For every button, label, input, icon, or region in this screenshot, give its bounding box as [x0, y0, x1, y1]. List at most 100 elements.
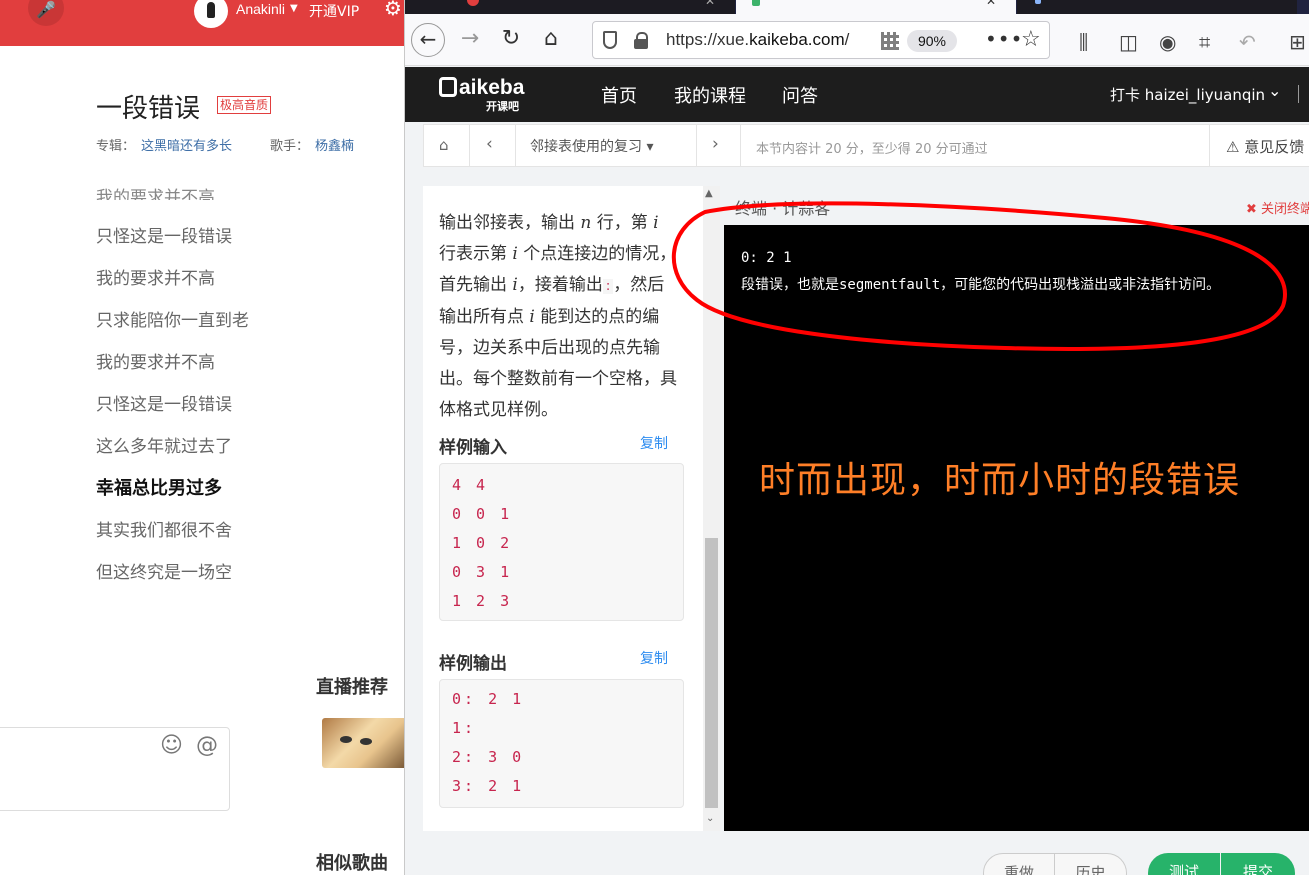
- site-header: aikeba 开课吧 首页 我的课程 问答 打卡 haizei_liyuanqi…: [405, 67, 1309, 122]
- checkin-user-menu[interactable]: 打卡 haizei_liyuanqin: [1110, 84, 1265, 105]
- lyric-line: 只求能陪你一直到老: [96, 311, 249, 331]
- tab-strip: ✕ ✕: [405, 0, 1309, 14]
- kaikeba-logo[interactable]: aikeba: [439, 76, 524, 100]
- reload-button[interactable]: ↻: [494, 23, 528, 57]
- lock-icon[interactable]: [633, 32, 649, 49]
- song-title: 一段错误: [96, 94, 201, 124]
- browser-toolbar: ← → ↻ ⌂ https://xue.kaikeba.com/ 90% •••…: [405, 14, 1309, 66]
- undo-icon[interactable]: ↶: [1239, 30, 1256, 54]
- quality-badge: 极高音质: [217, 96, 272, 114]
- lyric-line: 只怪这是一段错误: [96, 227, 232, 247]
- sample-input-line: 4 4: [452, 476, 489, 494]
- sample-output-label: 样例输出: [439, 654, 507, 674]
- lyric-line: 我的要求并不高: [96, 353, 215, 373]
- divider: [740, 125, 741, 167]
- nav-home[interactable]: 首页: [601, 82, 637, 108]
- zoom-level[interactable]: 90%: [907, 30, 957, 52]
- terminal-line: 0: 2 1: [741, 250, 792, 266]
- microphone-icon[interactable]: 🎤: [28, 0, 64, 26]
- sample-input-line: 1 2 3: [452, 592, 513, 610]
- gear-icon[interactable]: ⚙: [384, 0, 402, 20]
- singer-label: 歌手：: [270, 139, 310, 154]
- at-mention-icon[interactable]: @: [196, 733, 218, 758]
- close-terminal-button[interactable]: ✖ 关闭终端: [1246, 198, 1309, 217]
- divider: [1298, 85, 1299, 103]
- account-icon[interactable]: ◉: [1159, 30, 1176, 54]
- lesson-score-note: 本节内容计 20 分，至少得 20 分可通过: [756, 142, 988, 157]
- kaikeba-favicon-icon: [752, 0, 760, 6]
- lyric-line: 我的要求并不高: [96, 269, 215, 289]
- next-lesson-button[interactable]: ›: [712, 134, 719, 154]
- problem-panel: 输出邻接表，输出 n 行，第 i 行表示第 i 个点连接边的情况，首先输出 i，…: [423, 186, 703, 831]
- music-window: 🎤 Anakinli ▼ 开通VIP ⚙ 一段错误 极高音质 专辑： 这黑暗还有…: [0, 0, 405, 875]
- close-icon[interactable]: ✕: [705, 0, 715, 8]
- close-icon[interactable]: ✕: [986, 0, 996, 8]
- terminal-header: 终端 · 计蒜客 ✖ 关闭终端: [724, 186, 1309, 225]
- home-button[interactable]: ⌂: [534, 23, 568, 57]
- similar-songs-title: 相似歌曲: [316, 853, 388, 874]
- library-icon[interactable]: ⫼: [1079, 30, 1088, 54]
- history-button[interactable]: 历史: [1055, 853, 1127, 875]
- nav-my-courses[interactable]: 我的课程: [674, 82, 746, 108]
- divider: [696, 125, 697, 167]
- home-icon[interactable]: ⌂: [439, 136, 449, 154]
- sidebar-icon[interactable]: ◫: [1119, 30, 1138, 54]
- terminal-error-line: 段错误，也就是segmentfault，可能您的代码出现栈溢出或非法指针访问。: [741, 277, 1221, 293]
- page-favicon-icon: [1035, 0, 1041, 4]
- sample-output-line: 3: 2 1: [452, 777, 525, 795]
- emoji-icon[interactable]: ☺: [160, 733, 183, 758]
- lyric-line: 这么多年就过去了: [96, 437, 232, 457]
- sample-output-line: 0: 2 1: [452, 690, 525, 708]
- lesson-nav-bar: ⌂ ‹ 邻接表使用的复习 ▾ › 本节内容计 20 分，至少得 20 分可通过 …: [423, 124, 1309, 167]
- shield-icon[interactable]: [603, 31, 617, 49]
- browser-tab-active[interactable]: ✕: [736, 0, 1016, 14]
- nav-qa[interactable]: 问答: [782, 82, 818, 108]
- forward-button[interactable]: →: [453, 23, 487, 57]
- lyric-line-partial: 我的要求并不高: [96, 188, 215, 200]
- scrollbar-thumb[interactable]: [705, 538, 718, 808]
- scroll-up-arrow[interactable]: ▲: [705, 188, 713, 199]
- vip-link[interactable]: 开通VIP: [309, 1, 359, 21]
- previous-lesson-button[interactable]: ‹: [486, 134, 493, 154]
- singer-link[interactable]: 杨鑫楠: [315, 135, 354, 154]
- problem-scrollbar[interactable]: ▲ ⌄: [703, 186, 720, 831]
- sample-input-line: 0 3 1: [452, 563, 513, 581]
- crop-screenshot-icon[interactable]: ⌗: [1199, 30, 1210, 54]
- browser-tab[interactable]: [1017, 0, 1297, 14]
- qr-code-icon[interactable]: [881, 32, 899, 50]
- chevron-down-icon[interactable]: ⌄: [1268, 81, 1281, 100]
- redo-button[interactable]: 重做: [983, 853, 1055, 875]
- album-label: 专辑：: [96, 139, 136, 154]
- feedback-button[interactable]: ⚠ 意见反馈: [1226, 136, 1304, 157]
- lyric-line: 幸福总比男过多: [96, 478, 222, 499]
- music-top-bar: 🎤 Anakinli ▼ 开通VIP ⚙: [0, 0, 404, 46]
- kaikeba-logo-sub: 开课吧: [486, 100, 519, 113]
- sample-input-label: 样例输入: [439, 438, 507, 458]
- sample-input-line: 1 0 2: [452, 534, 513, 552]
- lyric-line: 只怪这是一段错误: [96, 395, 232, 415]
- user-name[interactable]: Anakinli: [236, 1, 285, 17]
- more-icon[interactable]: •••: [985, 27, 1023, 51]
- terminal-output: 0: 2 1 段错误，也就是segmentfault，可能您的代码出现栈溢出或非…: [724, 225, 1309, 831]
- copy-output-button[interactable]: 复制: [640, 648, 668, 668]
- terminal-tab[interactable]: 终端 · 计蒜客: [735, 195, 830, 219]
- lesson-dropdown[interactable]: 邻接表使用的复习 ▾: [530, 136, 653, 156]
- submit-button[interactable]: 提交: [1221, 853, 1295, 875]
- sample-output-line: 1:: [452, 719, 477, 737]
- live-thumbnail[interactable]: [322, 718, 404, 768]
- scroll-down-arrow[interactable]: ⌄: [706, 813, 714, 824]
- copy-input-button[interactable]: 复制: [640, 433, 668, 453]
- url-text[interactable]: https://xue.kaikeba.com/: [666, 30, 849, 50]
- extensions-icon[interactable]: ⊞: [1289, 30, 1306, 54]
- album-link[interactable]: 这黑暗还有多长: [141, 135, 232, 154]
- chevron-down-icon[interactable]: ▼: [290, 3, 298, 14]
- bookmark-star-icon[interactable]: ☆: [1021, 27, 1041, 52]
- user-avatar[interactable]: [194, 0, 228, 28]
- test-button[interactable]: 测试: [1148, 853, 1220, 875]
- problem-description: 输出邻接表，输出 n 行，第 i 行表示第 i 个点连接边的情况，首先输出 i，…: [439, 213, 677, 420]
- browser-window: ✕ ✕ ← → ↻ ⌂ https://xue.kaikeba.com/ 90%…: [405, 0, 1309, 875]
- back-button[interactable]: ←: [411, 23, 445, 57]
- address-bar[interactable]: https://xue.kaikeba.com/ 90% ••• ☆: [592, 21, 1050, 59]
- live-recommend-title: 直播推荐: [316, 677, 388, 698]
- browser-tab[interactable]: ✕: [405, 0, 735, 14]
